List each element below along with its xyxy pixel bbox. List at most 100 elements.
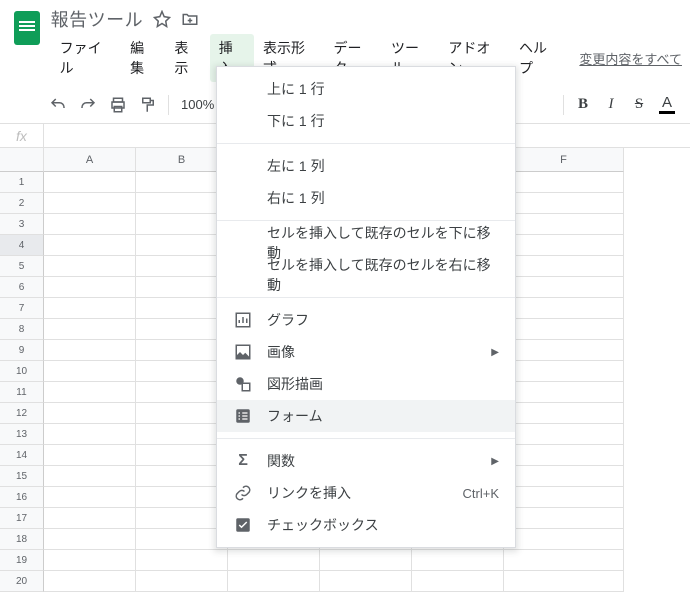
cell[interactable] — [136, 277, 228, 298]
column-header[interactable]: F — [504, 148, 624, 172]
cell[interactable] — [136, 571, 228, 592]
cell[interactable] — [44, 571, 136, 592]
cell[interactable] — [504, 193, 624, 214]
bold-button[interactable]: B — [570, 91, 596, 119]
row-header[interactable]: 19 — [0, 550, 44, 571]
cell[interactable] — [136, 235, 228, 256]
cell[interactable] — [504, 424, 624, 445]
row-header[interactable]: 10 — [0, 361, 44, 382]
cell[interactable] — [44, 403, 136, 424]
cell[interactable] — [44, 319, 136, 340]
print-button[interactable] — [104, 91, 132, 119]
menu-option[interactable]: 右に 1 列 — [217, 182, 515, 214]
row-header[interactable]: 17 — [0, 508, 44, 529]
cell[interactable] — [136, 508, 228, 529]
row-header[interactable]: 2 — [0, 193, 44, 214]
cell[interactable] — [320, 571, 412, 592]
cell[interactable] — [44, 445, 136, 466]
menu-option[interactable]: 下に 1 行 — [217, 105, 515, 137]
cell[interactable] — [504, 361, 624, 382]
cell[interactable] — [504, 235, 624, 256]
cell[interactable] — [504, 403, 624, 424]
row-header[interactable]: 18 — [0, 529, 44, 550]
cell[interactable] — [136, 487, 228, 508]
cell[interactable] — [504, 466, 624, 487]
redo-button[interactable] — [74, 91, 102, 119]
row-header[interactable]: 3 — [0, 214, 44, 235]
row-header[interactable]: 7 — [0, 298, 44, 319]
cell[interactable] — [412, 571, 504, 592]
cell[interactable] — [44, 361, 136, 382]
paint-format-button[interactable] — [134, 91, 162, 119]
cell[interactable] — [136, 193, 228, 214]
cell[interactable] — [44, 298, 136, 319]
doc-title[interactable]: 報告ツール — [51, 6, 144, 32]
cell[interactable] — [136, 340, 228, 361]
menu-option[interactable]: Σ関数▶ — [217, 445, 515, 477]
cell[interactable] — [504, 277, 624, 298]
cell[interactable] — [504, 382, 624, 403]
cell[interactable] — [44, 340, 136, 361]
cell[interactable] — [136, 550, 228, 571]
cell[interactable] — [504, 298, 624, 319]
row-header[interactable]: 11 — [0, 382, 44, 403]
cell[interactable] — [136, 256, 228, 277]
cell[interactable] — [44, 550, 136, 571]
italic-button[interactable]: I — [598, 91, 624, 119]
menu-option[interactable]: フォーム — [217, 400, 515, 432]
cell[interactable] — [412, 550, 504, 571]
cell[interactable] — [504, 508, 624, 529]
cell[interactable] — [44, 508, 136, 529]
menu-item[interactable]: 表示 — [165, 34, 209, 82]
row-header[interactable]: 5 — [0, 256, 44, 277]
cell[interactable] — [44, 382, 136, 403]
menu-option[interactable]: 上に 1 行 — [217, 73, 515, 105]
menu-option[interactable]: グラフ — [217, 304, 515, 336]
save-status[interactable]: 変更内容をすべて — [579, 49, 682, 68]
cell[interactable] — [136, 466, 228, 487]
cell[interactable] — [136, 319, 228, 340]
cell[interactable] — [44, 214, 136, 235]
menu-option[interactable]: チェックボックス — [217, 509, 515, 541]
menu-option[interactable]: 図形描画 — [217, 368, 515, 400]
text-color-button[interactable]: A — [654, 91, 680, 119]
row-header[interactable]: 12 — [0, 403, 44, 424]
row-header[interactable]: 1 — [0, 172, 44, 193]
cell[interactable] — [136, 361, 228, 382]
row-header[interactable]: 20 — [0, 571, 44, 592]
cell[interactable] — [504, 340, 624, 361]
row-header[interactable]: 4 — [0, 235, 44, 256]
cell[interactable] — [504, 256, 624, 277]
menu-item[interactable]: 編集 — [121, 34, 165, 82]
cell[interactable] — [504, 445, 624, 466]
cell[interactable] — [136, 172, 228, 193]
cell[interactable] — [44, 487, 136, 508]
cell[interactable] — [504, 487, 624, 508]
cell[interactable] — [504, 214, 624, 235]
star-icon[interactable] — [153, 10, 171, 28]
row-header[interactable]: 13 — [0, 424, 44, 445]
cell[interactable] — [44, 193, 136, 214]
column-header[interactable]: A — [44, 148, 136, 172]
select-all-corner[interactable] — [0, 148, 44, 172]
cell[interactable] — [44, 529, 136, 550]
undo-button[interactable] — [44, 91, 72, 119]
cell[interactable] — [504, 571, 624, 592]
cell[interactable] — [504, 319, 624, 340]
row-header[interactable]: 9 — [0, 340, 44, 361]
menu-option[interactable]: 画像▶ — [217, 336, 515, 368]
row-header[interactable]: 15 — [0, 466, 44, 487]
cell[interactable] — [136, 214, 228, 235]
move-icon[interactable] — [181, 10, 199, 28]
cell[interactable] — [44, 256, 136, 277]
cell[interactable] — [136, 424, 228, 445]
row-header[interactable]: 14 — [0, 445, 44, 466]
menu-option[interactable]: セルを挿入して既存のセルを右に移動 — [217, 259, 515, 291]
strikethrough-button[interactable]: S — [626, 91, 652, 119]
cell[interactable] — [504, 550, 624, 571]
menu-item[interactable]: ファイル — [51, 34, 122, 82]
cell[interactable] — [44, 172, 136, 193]
cell[interactable] — [136, 298, 228, 319]
row-header[interactable]: 6 — [0, 277, 44, 298]
cell[interactable] — [320, 550, 412, 571]
